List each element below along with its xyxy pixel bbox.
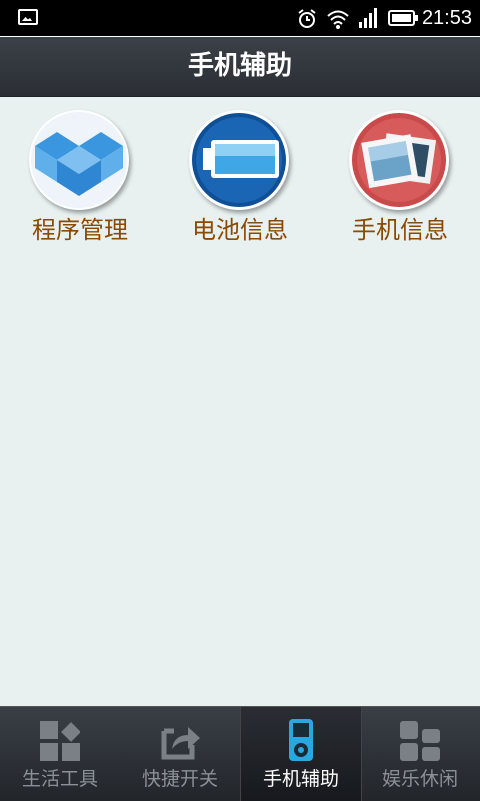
- photo-frames-icon: [349, 110, 449, 210]
- tiles-icon: [400, 721, 440, 761]
- tab-label: 生活工具: [21, 768, 98, 790]
- feature-grid: 程序管理 电池信息 手机信息: [0, 96, 480, 706]
- wifi-icon: [327, 10, 349, 29]
- bottom-tab-bar: 生活工具 快捷开关 手机辅助 娱乐休闲: [0, 706, 480, 801]
- status-bar: 21:53: [0, 0, 480, 36]
- tile-label: 手机信息: [352, 216, 448, 244]
- tab-label: 快捷开关: [141, 768, 218, 790]
- picture-notification-icon: [18, 9, 38, 25]
- tab-quick-switch[interactable]: 快捷开关: [120, 707, 240, 801]
- tab-life-tools[interactable]: 生活工具: [0, 707, 120, 801]
- tile-label: 电池信息: [192, 216, 288, 244]
- page-title: 手机辅助: [187, 51, 292, 81]
- battery-status-icon: [388, 10, 418, 26]
- title-bar: 手机辅助: [0, 36, 480, 97]
- tile-program-manager[interactable]: 程序管理: [0, 110, 160, 244]
- tab-label: 手机辅助: [262, 768, 339, 790]
- battery-icon: [189, 110, 289, 210]
- shapes-icon: [40, 721, 80, 761]
- dropbox-box-icon: [29, 110, 129, 210]
- tab-label: 娱乐休闲: [381, 768, 458, 790]
- tile-phone-info[interactable]: 手机信息: [320, 110, 480, 244]
- alarm-icon: [298, 9, 316, 28]
- signal-icon: [359, 8, 377, 28]
- tile-battery-info[interactable]: 电池信息: [160, 110, 320, 244]
- tab-phone-assist[interactable]: 手机辅助: [240, 707, 362, 801]
- tile-label: 程序管理: [32, 216, 128, 244]
- tab-entertainment[interactable]: 娱乐休闲: [360, 707, 480, 801]
- share-arrow-icon: [161, 727, 200, 760]
- phone-ipod-icon: [289, 719, 313, 761]
- clock: 21:53: [421, 7, 472, 29]
